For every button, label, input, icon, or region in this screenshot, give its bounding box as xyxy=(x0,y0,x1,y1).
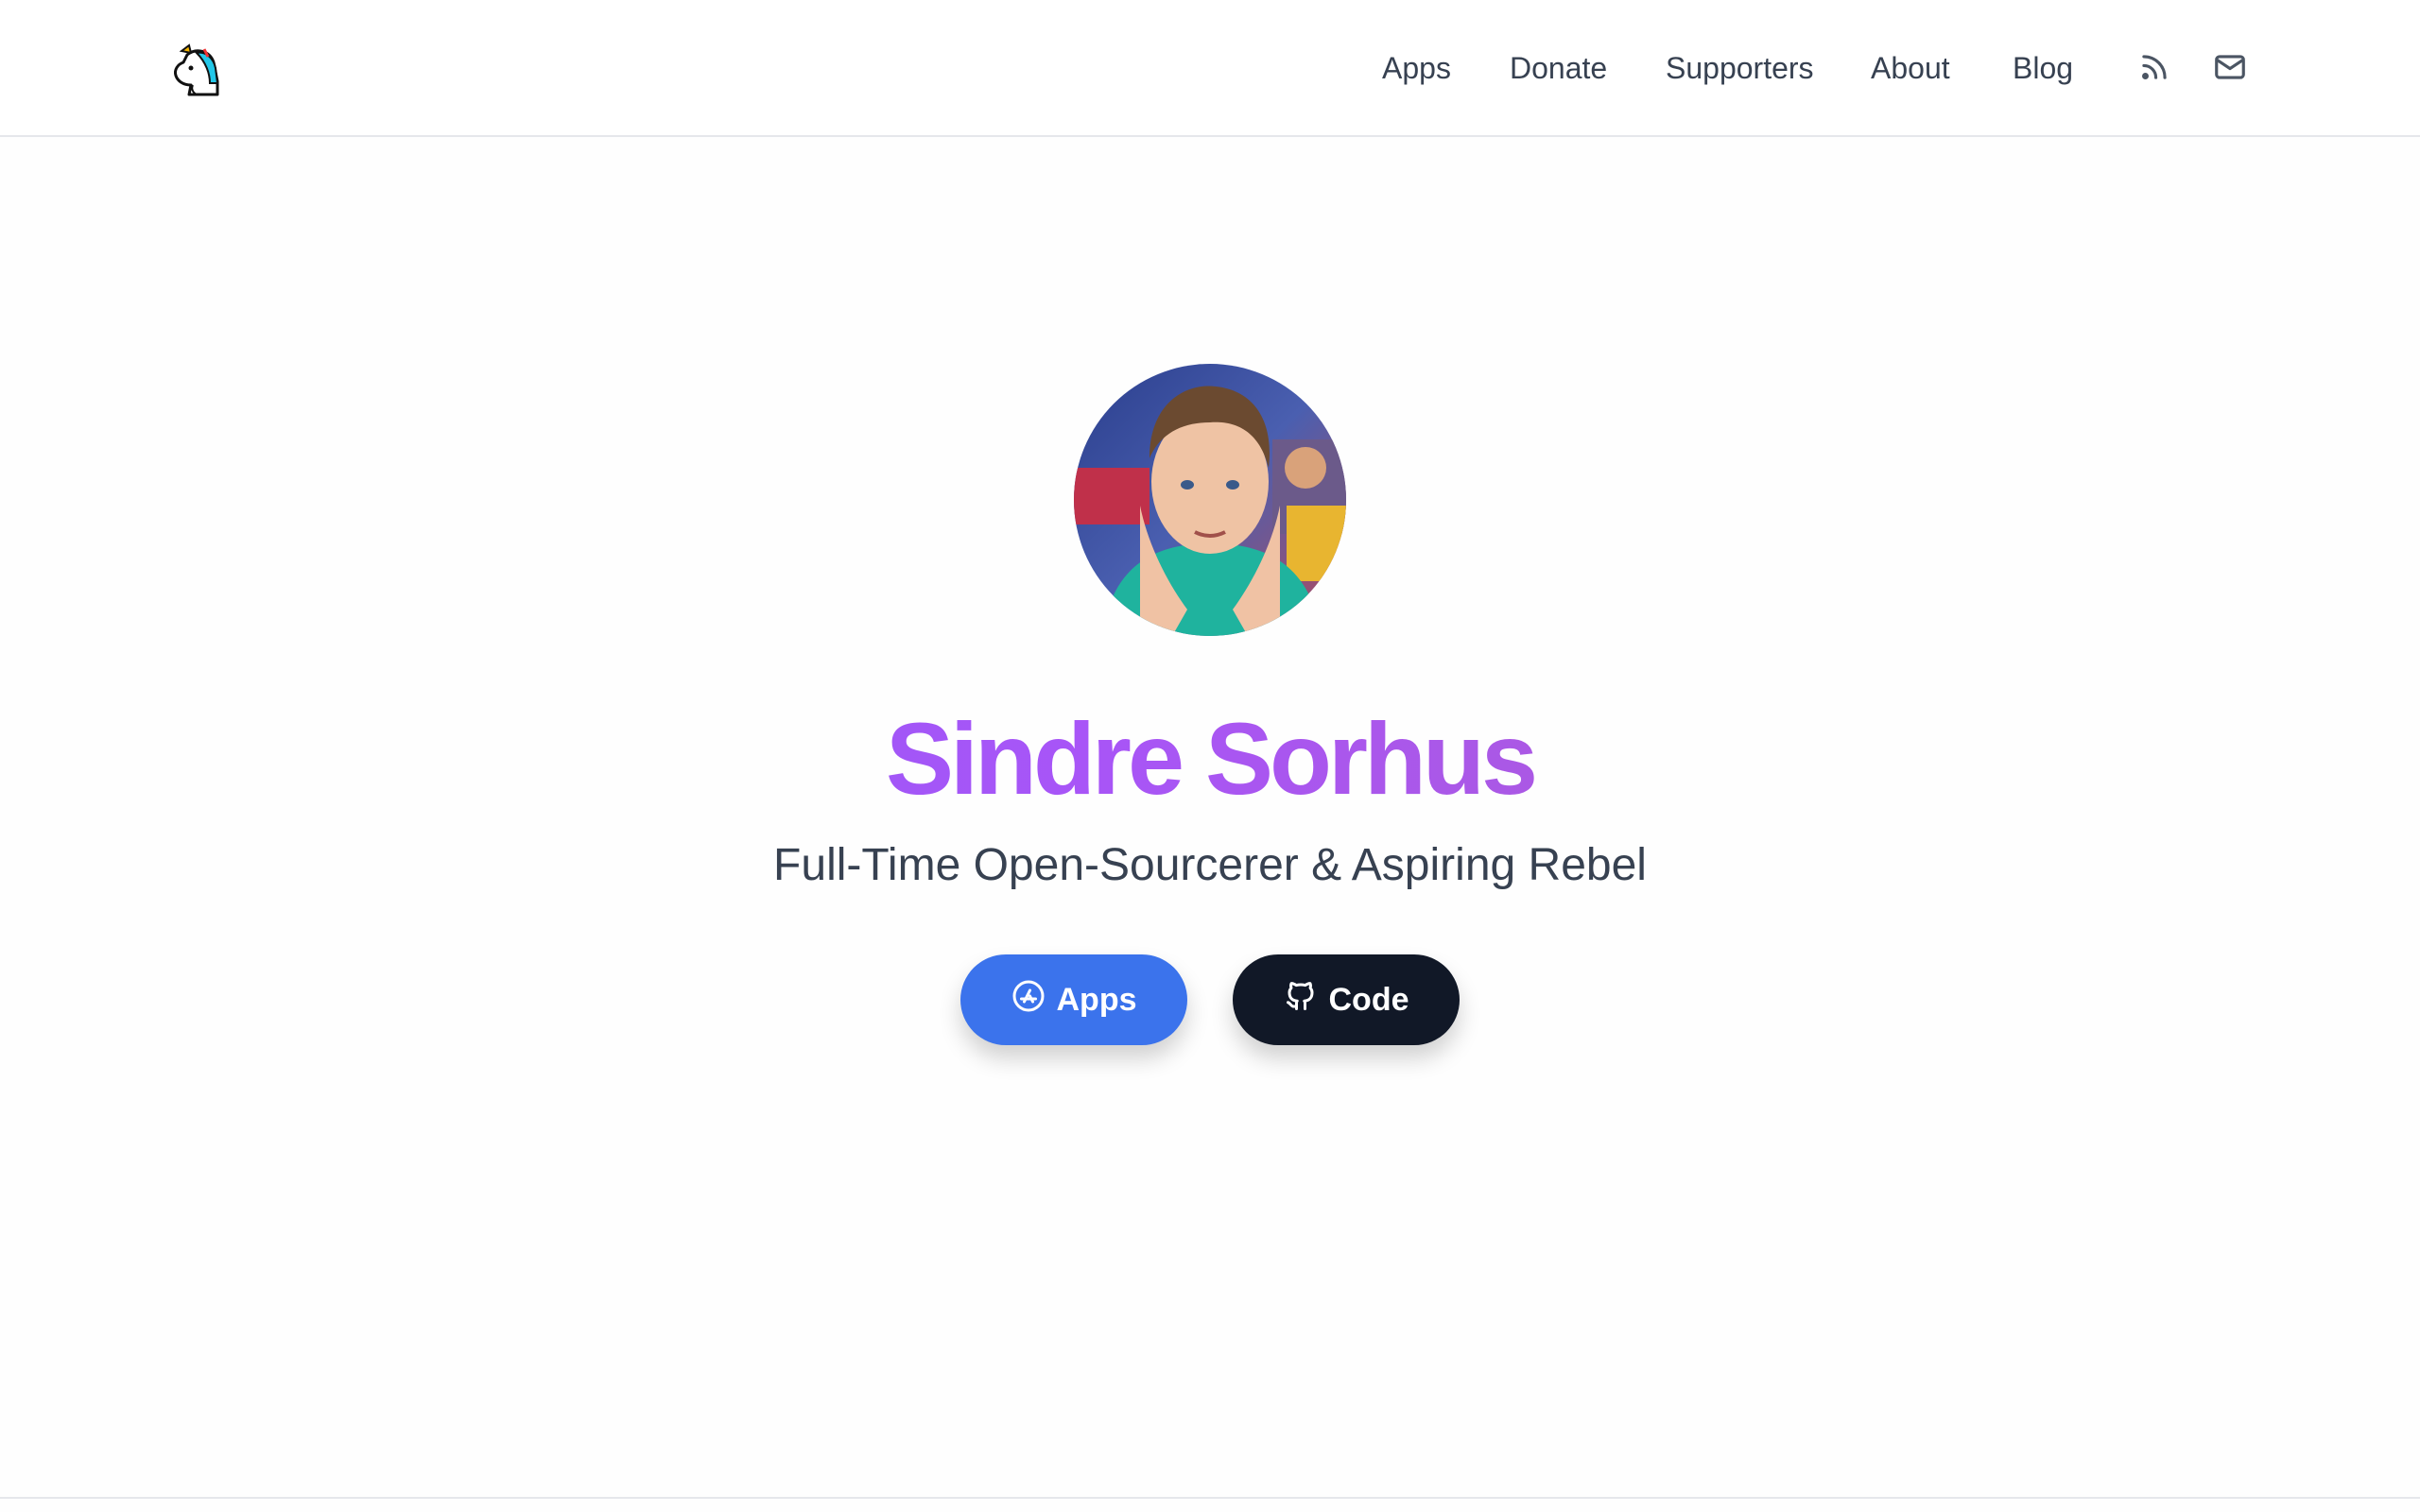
code-button[interactable]: Code xyxy=(1233,954,1460,1045)
top-navigation-bar: Apps Donate Supporters About Blog xyxy=(0,0,2420,137)
page-title: Sindre Sorhus xyxy=(0,697,2420,820)
app-store-icon xyxy=(1011,979,1046,1022)
rss-icon[interactable] xyxy=(2136,49,2172,85)
nav-about[interactable]: About xyxy=(1871,47,1950,89)
tagline: Full-Time Open-Sourcerer & Aspiring Rebe… xyxy=(773,840,1647,890)
github-icon xyxy=(1284,979,1318,1022)
apps-button[interactable]: Apps xyxy=(960,954,1187,1045)
mail-icon[interactable] xyxy=(2212,49,2248,85)
nav-apps[interactable]: Apps xyxy=(1382,47,1451,89)
main-nav: Apps Donate Supporters About Blog xyxy=(0,0,2420,137)
code-button-label: Code xyxy=(1328,981,1409,1018)
nav-blog[interactable]: Blog xyxy=(2013,47,2073,89)
nav-donate[interactable]: Donate xyxy=(1510,47,1607,89)
nav-supporters[interactable]: Supporters xyxy=(1666,47,1814,89)
avatar xyxy=(1074,364,1346,636)
apps-button-label: Apps xyxy=(1056,981,1137,1018)
divider xyxy=(0,1497,2420,1499)
